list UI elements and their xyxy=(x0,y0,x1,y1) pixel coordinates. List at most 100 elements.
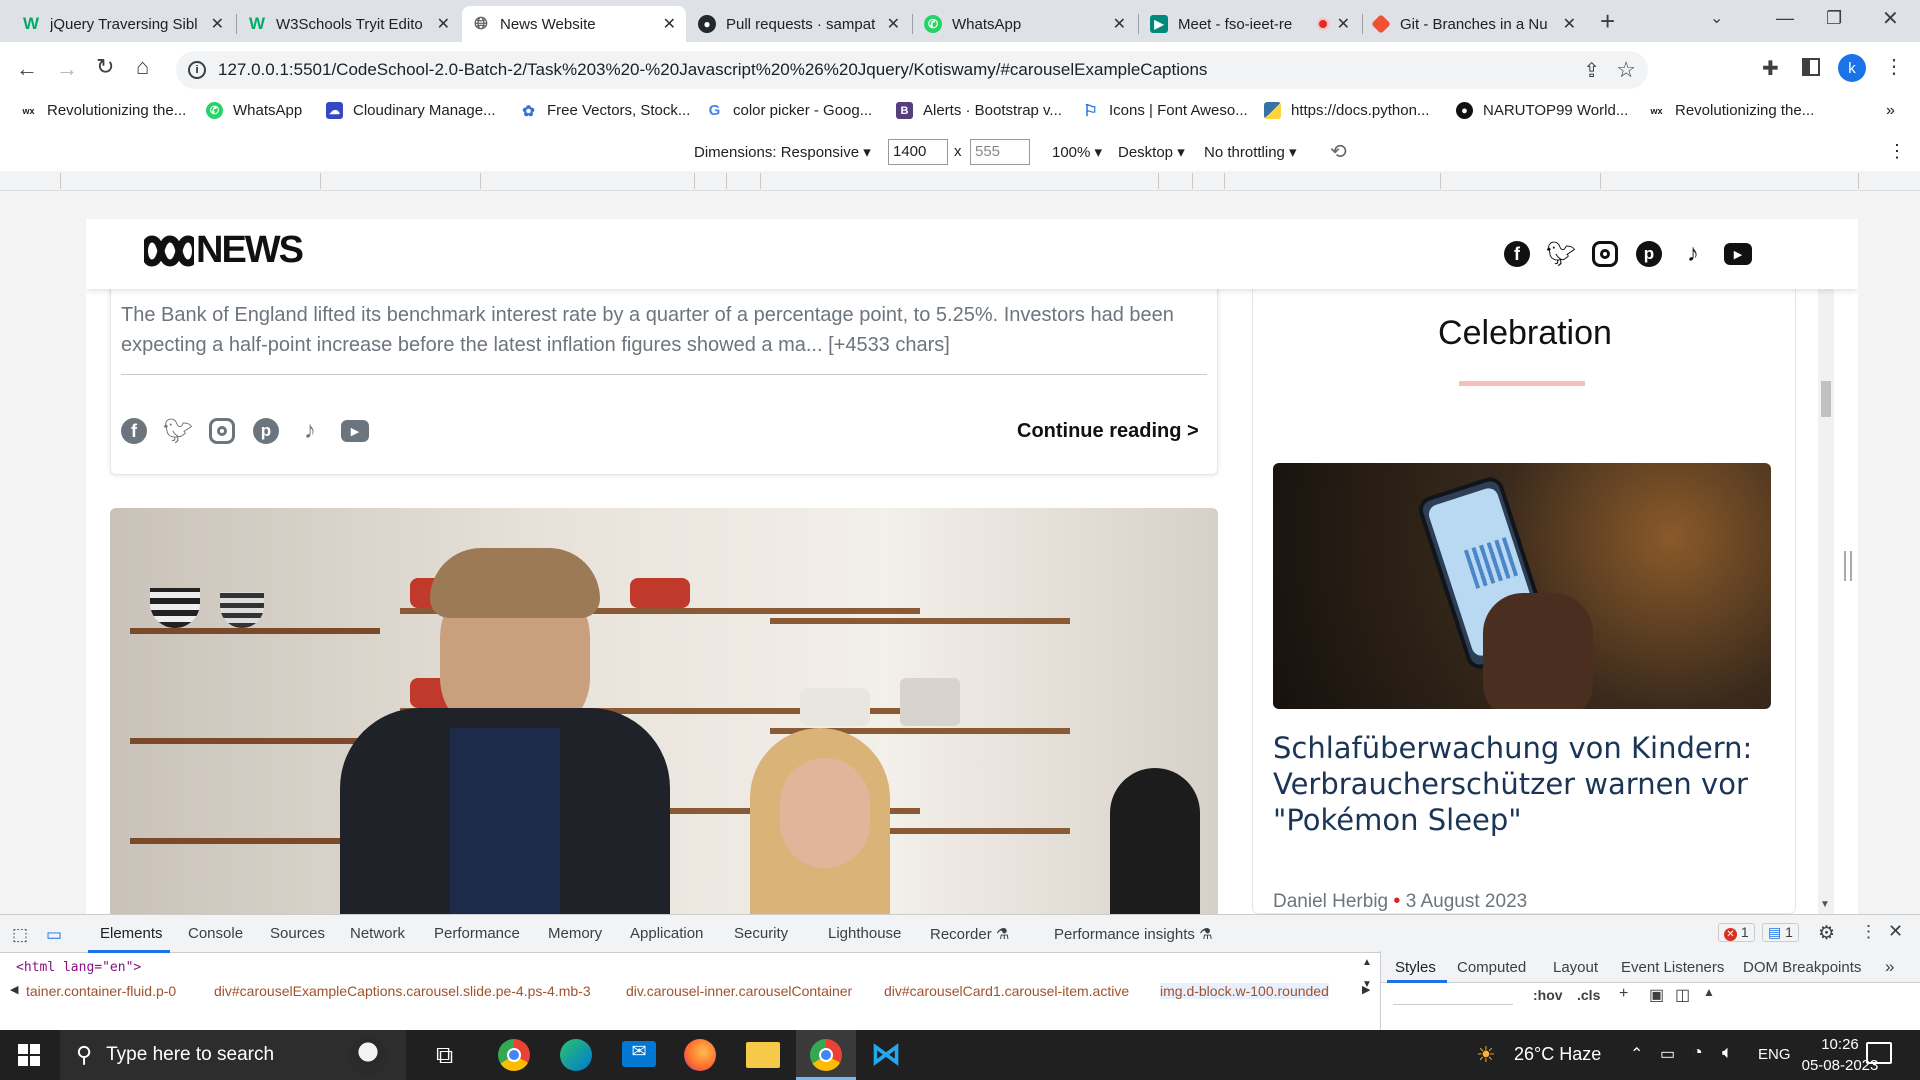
continue-reading-link[interactable]: Continue reading > xyxy=(1017,420,1199,443)
tab-security[interactable]: Security xyxy=(734,925,788,942)
close-tab-icon[interactable]: ✕ xyxy=(1563,14,1576,34)
instagram-icon[interactable] xyxy=(209,418,235,444)
bookmark-python-docs[interactable]: https://docs.python... xyxy=(1264,102,1429,119)
browser-menu-icon[interactable]: ⋮ xyxy=(1884,54,1904,79)
url-text[interactable]: 127.0.0.1:5501/CodeSchool-2.0-Batch-2/Ta… xyxy=(218,60,1207,80)
width-input[interactable]: 1400 xyxy=(888,139,948,165)
scroll-up-arrow-icon[interactable]: ▲ xyxy=(1362,957,1372,968)
edge-icon[interactable] xyxy=(560,1039,592,1071)
device-type-dropdown[interactable]: Desktop ▾ xyxy=(1118,143,1185,161)
pinterest-icon[interactable]: p xyxy=(1636,241,1662,267)
twitter-icon[interactable]: 🐦︎ xyxy=(163,418,193,445)
pinterest-icon[interactable]: p xyxy=(253,418,279,444)
dom-html-line[interactable]: <html lang="en"> xyxy=(16,960,141,975)
language-indicator[interactable]: ENG xyxy=(1758,1046,1791,1063)
bookmark-font-awesome[interactable]: ⚐ Icons | Font Aweso... xyxy=(1082,102,1247,120)
vscode-icon[interactable]: ⋈ xyxy=(870,1039,902,1071)
weather-icon[interactable]: ☀ xyxy=(1476,1042,1496,1068)
extensions-icon[interactable]: ✚ xyxy=(1762,56,1779,81)
filter-styles-input[interactable] xyxy=(1393,985,1513,1005)
dimensions-dropdown[interactable]: Dimensions: Responsive ▾ xyxy=(694,143,871,161)
site-info-icon[interactable]: i xyxy=(188,61,206,79)
page-scrollbar[interactable]: ▲ ▼ xyxy=(1818,219,1834,914)
close-tab-icon[interactable]: ✕ xyxy=(437,14,450,34)
throttling-dropdown[interactable]: No throttling ▾ xyxy=(1204,143,1297,161)
weather-text[interactable]: 26°C Haze xyxy=(1514,1044,1601,1065)
close-window-button[interactable]: ✕ xyxy=(1882,6,1899,31)
tab-computed[interactable]: Computed xyxy=(1457,959,1526,976)
notifications-icon[interactable] xyxy=(1866,1042,1892,1064)
tab-performance[interactable]: Performance xyxy=(434,925,520,942)
file-explorer-icon[interactable] xyxy=(746,1042,780,1068)
error-counter[interactable]: ✕ 1 xyxy=(1718,923,1755,942)
breadcrumb-right-arrow-icon[interactable]: ▶ xyxy=(1362,983,1370,996)
hover-state-toggle[interactable]: :hov xyxy=(1533,987,1563,1003)
rotate-icon[interactable]: ⟲ xyxy=(1330,139,1347,164)
carousel-image[interactable] xyxy=(110,508,1218,914)
bookmark-narutop99[interactable]: ● NARUTOP99 World... xyxy=(1456,102,1628,119)
add-style-rule-icon[interactable]: + xyxy=(1619,985,1628,1003)
device-toggle-icon[interactable]: ▭ xyxy=(46,925,62,945)
share-icon[interactable]: ⇪ xyxy=(1583,58,1600,83)
twitter-icon[interactable]: 🐦︎ xyxy=(1546,241,1576,268)
tab-layout[interactable]: Layout xyxy=(1553,959,1598,976)
close-tab-icon[interactable]: ✕ xyxy=(663,14,676,34)
bookmark-cloudinary[interactable]: ☁ Cloudinary Manage... xyxy=(326,102,496,119)
tab-pull-requests[interactable]: ● Pull requests · sampat ✕ xyxy=(688,6,910,42)
task-view-icon[interactable]: ⧉ xyxy=(436,1042,453,1070)
rendering-emulation-icon[interactable]: ▣ xyxy=(1649,985,1664,1005)
class-toggle[interactable]: .cls xyxy=(1577,987,1600,1003)
side-panel-icon[interactable] xyxy=(1802,58,1820,76)
scroll-down-arrow-icon[interactable]: ▼ xyxy=(1820,899,1830,910)
tab-network[interactable]: Network xyxy=(350,925,405,942)
height-input[interactable]: 555 xyxy=(970,139,1030,165)
facebook-icon[interactable]: f xyxy=(1504,241,1530,267)
tab-news-website[interactable]: 🌐︎ News Website ✕ xyxy=(462,6,686,42)
more-bookmarks-chevron-icon[interactable]: » xyxy=(1886,102,1895,120)
tab-jquery-traversing[interactable]: W jQuery Traversing Sibl ✕ xyxy=(12,6,234,42)
tab-meet[interactable]: ▶ Meet - fso-ieet-re ✕ xyxy=(1140,6,1360,42)
tab-console[interactable]: Console xyxy=(188,925,243,942)
wifi-icon[interactable]: ◔ xyxy=(1692,1042,1703,1063)
tab-dom-breakpoints[interactable]: DOM Breakpoints xyxy=(1743,959,1861,976)
restore-button[interactable]: ❐ xyxy=(1826,8,1842,29)
bookmark-revolutionizing-1[interactable]: wx Revolutionizing the... xyxy=(20,102,186,119)
breadcrumb-item[interactable]: div#carouselExampleCaptions.carousel.sli… xyxy=(214,983,591,999)
youtube-icon[interactable]: ▶ xyxy=(1724,243,1752,265)
bookmark-revolutionizing-2[interactable]: wx Revolutionizing the... xyxy=(1648,102,1814,119)
tab-search-chevron-icon[interactable]: ⌄ xyxy=(1710,8,1723,28)
close-tab-icon[interactable]: ✕ xyxy=(1113,14,1126,34)
tab-performance-insights[interactable]: Performance insights ⚗ xyxy=(1054,925,1213,943)
bookmark-color-picker[interactable]: Gcolor picker - Goog... xyxy=(706,102,873,119)
tab-application[interactable]: Application xyxy=(630,925,703,942)
taskbar-search-box[interactable]: ⚲ Type here to search xyxy=(60,1030,406,1080)
mail-icon[interactable]: ✉ xyxy=(622,1041,656,1067)
new-tab-button[interactable]: + xyxy=(1600,6,1615,37)
breadcrumb-item[interactable]: div#carouselCard1.carousel-item.active xyxy=(884,983,1129,999)
facebook-icon[interactable]: f xyxy=(121,418,147,444)
breadcrumb-item[interactable]: div.carousel-inner.carouselContainer xyxy=(626,983,852,999)
zoom-dropdown[interactable]: 100% ▾ xyxy=(1052,143,1102,161)
breadcrumb-item-selected[interactable]: img.d-block.w-100.rounded xyxy=(1160,983,1329,999)
forward-arrow-icon[interactable]: → xyxy=(56,56,78,82)
instagram-icon[interactable] xyxy=(1592,241,1618,267)
styles-scroll-icon[interactable]: ▲ xyxy=(1703,985,1715,999)
youtube-icon[interactable]: ▶ xyxy=(341,420,369,442)
tab-recorder[interactable]: Recorder ⚗ xyxy=(930,925,1009,943)
windows-start-icon[interactable] xyxy=(18,1044,40,1066)
show-hidden-icons-chevron-icon[interactable]: ⌃ xyxy=(1630,1044,1643,1064)
bookmark-whatsapp[interactable]: ✆ WhatsApp xyxy=(206,102,302,119)
bookmark-bootstrap-alerts[interactable]: B Alerts · Bootstrap v... xyxy=(896,102,1062,119)
home-icon[interactable]: ⌂ xyxy=(136,54,149,80)
reload-icon[interactable]: ↻ xyxy=(96,54,114,80)
computed-sidebar-icon[interactable]: ◫ xyxy=(1675,985,1690,1005)
tab-event-listeners[interactable]: Event Listeners xyxy=(1621,959,1724,976)
inspect-element-icon[interactable]: ⬚ xyxy=(12,925,28,945)
tab-git-branches[interactable]: Git - Branches in a Nu ✕ xyxy=(1364,6,1586,42)
tab-styles[interactable]: Styles xyxy=(1395,959,1436,976)
firefox-icon[interactable] xyxy=(684,1039,716,1071)
profile-avatar[interactable]: k xyxy=(1838,54,1866,82)
close-tab-icon[interactable]: ✕ xyxy=(887,14,900,34)
tab-w3schools-tryit[interactable]: W W3Schools Tryit Edito ✕ xyxy=(238,6,460,42)
bookmark-free-vectors[interactable]: ✿ Free Vectors, Stock... xyxy=(520,102,690,120)
